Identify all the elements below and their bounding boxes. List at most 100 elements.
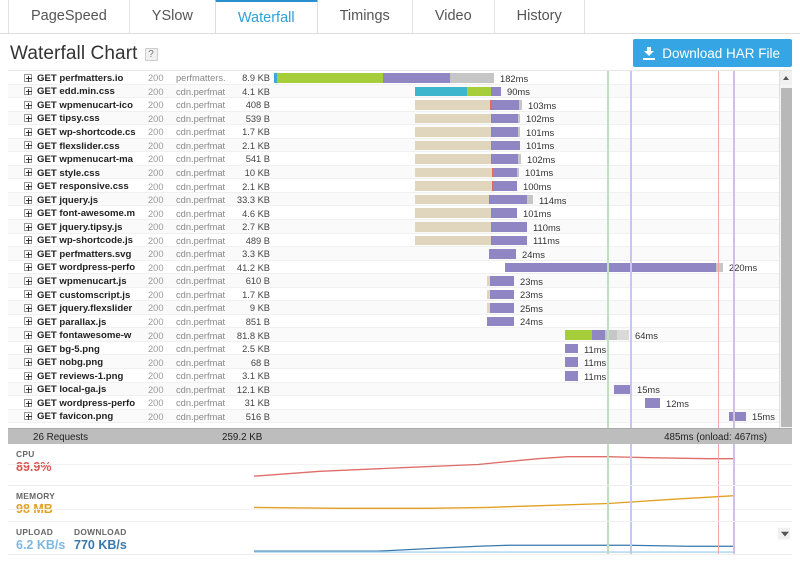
request-bar[interactable]: [565, 371, 578, 381]
table-row[interactable]: GET font-awesome.m 200 cdn.perfmat 4.6 KB 10…: [8, 206, 779, 221]
request-bar[interactable]: [487, 316, 514, 327]
expand-row-icon[interactable]: [24, 263, 32, 272]
expand-row-icon[interactable]: [24, 249, 32, 258]
request-bar[interactable]: [487, 289, 514, 300]
expand-row-icon[interactable]: [24, 412, 32, 421]
expand-row-icon[interactable]: [24, 114, 32, 123]
table-row[interactable]: GET edd.min.css 200 cdn.perfmat 4.1 KB 90ms: [8, 84, 779, 99]
tab-timings[interactable]: Timings: [316, 0, 413, 33]
table-row[interactable]: GET perfmatters.io 200 perfmatters. 8.9 KB 1…: [8, 71, 779, 85]
request-bar[interactable]: [415, 222, 527, 232]
table-row[interactable]: GET local-ga.js 200 cdn.perfmat 12.1 KB 15ms: [8, 382, 779, 397]
request-bar[interactable]: [645, 398, 660, 408]
table-row[interactable]: GET wpmenucart-ico 200 cdn.perfmat 408 B 103…: [8, 98, 779, 112]
table-row[interactable]: GET jquery.js 200 cdn.perfmat 33.3 KB 114ms: [8, 192, 779, 207]
expand-row-icon[interactable]: [24, 222, 32, 231]
table-row[interactable]: GET bg-5.png 200 cdn.perfmat 2.5 KB 11ms: [8, 342, 779, 356]
expand-row-icon[interactable]: [24, 344, 32, 353]
expand-row-icon[interactable]: [24, 303, 32, 312]
expand-row-icon[interactable]: [24, 181, 32, 190]
waterfall-scrollbar[interactable]: [779, 71, 792, 428]
request-bar[interactable]: [614, 384, 631, 395]
table-row[interactable]: GET wpmenucart.js 200 cdn.perfmat 610 B 23ms: [8, 274, 779, 288]
tab-pagespeed[interactable]: PageSpeed: [8, 0, 130, 33]
request-bar[interactable]: [274, 73, 494, 83]
expand-row-icon[interactable]: [24, 276, 32, 285]
expand-row-icon[interactable]: [24, 87, 32, 96]
request-bar[interactable]: [415, 100, 522, 110]
request-bar[interactable]: [415, 113, 520, 124]
table-row[interactable]: GET parallax.js 200 cdn.perfmat 851 B 24ms: [8, 315, 779, 329]
help-icon[interactable]: ?: [144, 47, 158, 61]
request-bar[interactable]: [489, 249, 516, 259]
request-bar-area: 111ms: [274, 234, 779, 246]
download-har-button[interactable]: Download HAR File: [633, 39, 792, 67]
scrollbar-thumb[interactable]: [781, 88, 792, 427]
request-bar-area: 15ms: [274, 410, 779, 422]
table-row[interactable]: GET nobg.png 200 cdn.perfmat 68 B 11ms: [8, 355, 779, 370]
expand-row-icon[interactable]: [24, 154, 32, 163]
waterfall-rows[interactable]: GET perfmatters.io 200 perfmatters. 8.9 KB 1…: [8, 71, 779, 428]
request-url: GET favicon.png: [37, 411, 114, 423]
table-row[interactable]: GET wpmenucart-ma 200 cdn.perfmat 541 B 102m…: [8, 152, 779, 166]
expand-row-icon[interactable]: [24, 168, 32, 177]
expand-row-icon[interactable]: [24, 290, 32, 299]
request-bar[interactable]: [415, 208, 517, 218]
expand-row-icon[interactable]: [24, 141, 32, 150]
expand-row-icon[interactable]: [24, 236, 32, 245]
table-row[interactable]: GET wp-shortcode.cs 200 cdn.perfmat 1.7 KB 1…: [8, 125, 779, 139]
expand-row-icon[interactable]: [24, 100, 32, 109]
request-bar[interactable]: [415, 140, 520, 151]
scroll-up-icon[interactable]: [780, 71, 792, 85]
expand-row-icon[interactable]: [24, 195, 32, 204]
expand-row-icon[interactable]: [24, 330, 32, 339]
request-bar[interactable]: [729, 411, 746, 422]
table-row[interactable]: GET perfmatters.svg 200 cdn.perfmat 3.3 KB 2…: [8, 247, 779, 261]
request-bar[interactable]: [565, 357, 578, 367]
expand-row-icon[interactable]: [24, 127, 32, 136]
table-row[interactable]: GET jquery.flexslider 200 cdn.perfmat 9 KB 2…: [8, 301, 779, 315]
request-bar[interactable]: [415, 86, 501, 97]
expand-row-icon[interactable]: [24, 209, 32, 218]
expand-row-icon[interactable]: [24, 385, 32, 394]
request-bar-area: 103ms: [274, 98, 779, 111]
table-row[interactable]: GET style.css 200 cdn.perfmat 10 KB 101ms: [8, 165, 779, 180]
table-row[interactable]: GET wordpress-perfo 200 cdn.perfmat 31 KB 12…: [8, 396, 779, 410]
table-row[interactable]: GET responsive.css 200 cdn.perfmat 2.1 KB 10…: [8, 179, 779, 193]
request-duration: 25ms: [520, 302, 543, 314]
table-row[interactable]: GET reviews-1.png 200 cdn.perfmat 3.1 KB 11m…: [8, 369, 779, 383]
request-bar-area: 101ms: [274, 139, 779, 151]
expand-row-icon[interactable]: [24, 317, 32, 326]
table-row[interactable]: GET wp-shortcode.js 200 cdn.perfmat 489 B 11…: [8, 234, 779, 248]
request-bar[interactable]: [415, 235, 527, 246]
tab-video[interactable]: Video: [411, 0, 495, 33]
request-bar-area: 23ms: [274, 288, 779, 300]
request-bar[interactable]: [487, 276, 514, 286]
request-bar[interactable]: [415, 167, 519, 178]
request-bar[interactable]: [415, 154, 521, 164]
tab-yslow[interactable]: YSlow: [128, 0, 216, 33]
request-size: 539 B: [245, 113, 270, 124]
table-row[interactable]: GET fontawesome-w 200 cdn.perfmat 81.8 KB 64…: [8, 328, 779, 342]
table-row[interactable]: GET wordpress-perfo 200 cdn.perfmat 41.2 KB…: [8, 261, 779, 275]
tab-waterfall[interactable]: Waterfall: [214, 0, 318, 33]
expand-row-icon[interactable]: [24, 358, 32, 367]
request-bar[interactable]: [415, 127, 520, 137]
table-row[interactable]: GET tipsy.css 200 cdn.perfmat 539 B 102ms: [8, 111, 779, 126]
expand-row-icon[interactable]: [24, 398, 32, 407]
table-row[interactable]: GET jquery.tipsy.js 200 cdn.perfmat 2.7 KB 1…: [8, 220, 779, 234]
table-row[interactable]: GET favicon.png 200 cdn.perfmat 516 B 15ms: [8, 409, 779, 424]
table-row[interactable]: GET customscript.js 200 cdn.perfmat 1.7 KB 2…: [8, 288, 779, 302]
request-bar-area: 23ms: [274, 274, 779, 287]
table-row[interactable]: GET flexslider.css 200 cdn.perfmat 2.1 KB 10…: [8, 138, 779, 153]
request-bar[interactable]: [415, 194, 533, 205]
request-bar[interactable]: [487, 303, 514, 313]
request-bar[interactable]: [565, 343, 578, 354]
expand-row-icon[interactable]: [24, 371, 32, 380]
request-bar[interactable]: [565, 330, 629, 340]
request-bar-area: 24ms: [274, 247, 779, 260]
expand-row-icon[interactable]: [24, 73, 32, 82]
request-bar[interactable]: [415, 181, 517, 191]
tab-history[interactable]: History: [493, 0, 585, 33]
request-bar[interactable]: [505, 262, 723, 273]
